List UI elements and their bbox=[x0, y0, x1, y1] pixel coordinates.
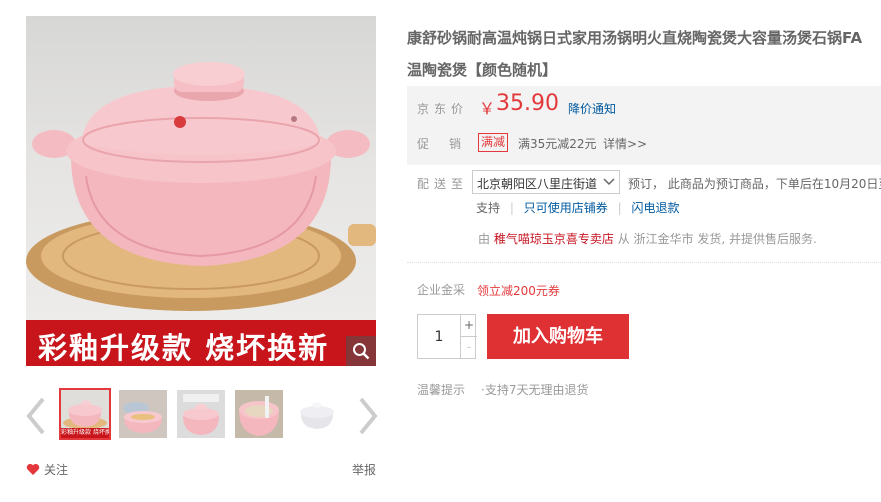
zoom-button[interactable] bbox=[346, 336, 376, 366]
preorder-notice: 预订， 此商品为预订商品，下单后在10月20日至 bbox=[628, 177, 881, 191]
enterprise-coupon-link[interactable]: 领立减200元券 bbox=[477, 282, 560, 299]
price-drop-notice-link[interactable]: 降价通知 bbox=[568, 100, 616, 117]
thumbnail-5[interactable] bbox=[291, 388, 343, 440]
support-separator: | bbox=[509, 201, 514, 215]
support-separator: | bbox=[617, 201, 622, 215]
promo-banner-text: 彩釉升级款 烧坏换新 bbox=[38, 331, 330, 365]
section-divider bbox=[407, 262, 881, 263]
quantity-decrease-button[interactable]: - bbox=[460, 337, 477, 358]
add-to-cart-button[interactable]: 加入购物车 bbox=[487, 314, 629, 359]
service-support-row: 支持 | 只可使用店铺券 | 闪电退款 bbox=[476, 199, 679, 216]
ship-prefix: 由 bbox=[478, 232, 491, 246]
promotion-label: 促销 bbox=[417, 137, 482, 151]
quantity-increase-button[interactable]: + bbox=[460, 315, 477, 337]
promotion-text: 满35元减22元 bbox=[518, 137, 597, 151]
thumbnail-next-arrow-icon[interactable] bbox=[356, 396, 380, 436]
promotion-tag: 满减 bbox=[478, 133, 509, 152]
ship-suffix: 从 浙江金华市 发货, 并提供售后服务. bbox=[617, 232, 817, 246]
product-title: 康舒砂锅耐高温炖锅日式家用汤锅明火直烧陶瓷煲大容量汤煲石锅FA bbox=[407, 29, 863, 47]
casserole-illustration bbox=[26, 62, 376, 311]
price-label: 京东价 bbox=[417, 102, 469, 116]
quantity-input[interactable] bbox=[418, 315, 460, 358]
follow-button[interactable]: 关注 bbox=[26, 461, 68, 478]
flash-refund-link[interactable]: 闪电退款 bbox=[631, 201, 679, 215]
thumbnail-white-pot-image bbox=[293, 390, 341, 438]
thumbnail-lid-image bbox=[177, 390, 225, 438]
chevron-down-icon bbox=[603, 178, 615, 186]
thumbnail-3[interactable] bbox=[175, 388, 227, 440]
thumbnail-2[interactable] bbox=[117, 388, 169, 440]
thumbnail-4[interactable] bbox=[233, 388, 285, 440]
support-label: 支持 bbox=[476, 201, 501, 215]
address-value: 北京朝阳区八里庄街道 bbox=[477, 177, 598, 191]
delivery-label: 配送至 bbox=[417, 177, 469, 191]
thumbnail-1[interactable]: 彩釉升级款 烧坏换新 bbox=[59, 388, 111, 440]
thumbnail-open-pot-image bbox=[235, 390, 283, 438]
price-currency: ￥ bbox=[479, 99, 496, 118]
quantity-stepper: + - bbox=[417, 314, 477, 359]
promotion-detail-link[interactable]: 详情>> bbox=[603, 135, 647, 152]
main-product-image[interactable]: 彩釉升级款 烧坏换新 bbox=[26, 16, 376, 366]
price-summary-panel: 京东价 ￥ 35.90 降价通知 促销 满减 满35元减22元 详情>> bbox=[407, 86, 881, 165]
product-title-line2: 温陶瓷煲【颜色随机】 bbox=[407, 61, 558, 79]
thumbnail-caption: 彩釉升级款 烧坏换新 bbox=[61, 428, 109, 438]
follow-label: 关注 bbox=[44, 463, 69, 477]
enterprise-label: 企业金采 bbox=[417, 283, 466, 297]
tips-label: 温馨提示 bbox=[417, 383, 466, 397]
thumbnail-prev-arrow-icon[interactable] bbox=[24, 396, 48, 436]
heart-icon bbox=[26, 463, 40, 475]
thumbnail-pots-set-image bbox=[119, 390, 167, 438]
report-link[interactable]: 举报 bbox=[352, 461, 376, 478]
magnifier-icon bbox=[353, 343, 370, 360]
promo-banner: 彩釉升级款 烧坏换新 bbox=[26, 320, 376, 366]
tips-text: ·支持7天无理由退货 bbox=[481, 383, 589, 397]
price-value: 35.90 bbox=[496, 91, 559, 116]
address-select[interactable]: 北京朝阳区八里庄街道 bbox=[472, 170, 620, 194]
shipping-info: 由 稚气喵琼玉京喜专卖店 从 浙江金华市 发货, 并提供售后服务. bbox=[478, 230, 817, 247]
store-coupon-link[interactable]: 只可使用店铺券 bbox=[524, 201, 608, 215]
store-name-link[interactable]: 稚气喵琼玉京喜专卖店 bbox=[494, 232, 614, 246]
